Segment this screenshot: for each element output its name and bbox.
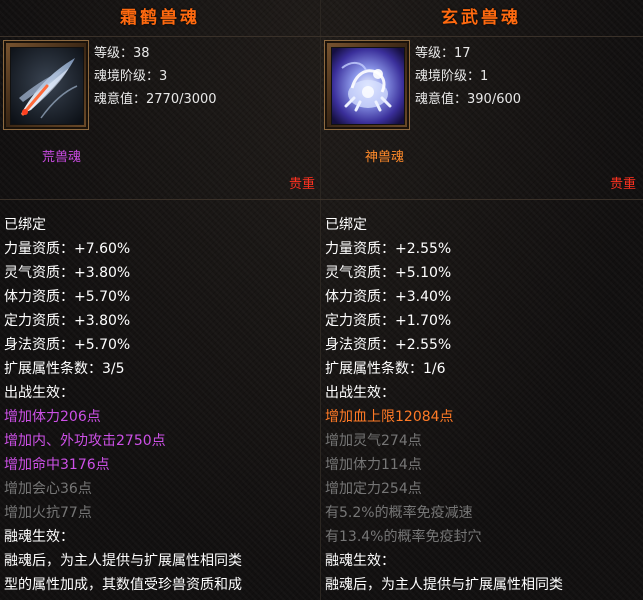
rarity-label: 贵重 [288, 177, 315, 192]
effect-line-inactive: 增加火抗77点 [4, 505, 92, 521]
battle-effect-heading: 出战生效： [325, 385, 395, 401]
effect-line-inactive: 增加灵气274点 [325, 433, 422, 449]
attribute-line: 体力资质：+5.70% [4, 289, 131, 305]
fusion-description: 融魂后，为主人提供与扩展属性相同类 [325, 577, 563, 593]
rarity-label: 贵重 [609, 177, 636, 192]
attribute-line: 定力资质：+1.70% [325, 313, 452, 329]
attribute-line: 灵气资质：+3.80% [4, 265, 131, 281]
effect-line-inactive: 增加会心36点 [4, 481, 92, 497]
effect-line: 增加体力206点 [4, 409, 101, 425]
soul-realm-rank: 魂境阶级：1 [415, 69, 489, 84]
portrait-frame [3, 40, 89, 130]
soul-stats: 等级：17 魂境阶级：1 魂意值：390/600 [415, 42, 521, 111]
soul-type: 荒兽魂 [42, 150, 82, 165]
soul-type: 神兽魂 [365, 150, 405, 165]
soul-level: 等级：17 [415, 46, 471, 61]
xuanwu-beast-icon [331, 47, 405, 125]
attribute-list: 已绑定 力量资质：+2.55% 灵气资质：+5.10% 体力资质：+3.40% … [325, 213, 563, 597]
beast-soul-panel-right: 玄武兽魂 等级：17 魂境阶级：1 魂意值：390/600 神兽魂 贵重 已绑定… [321, 0, 641, 600]
soul-level: 等级：38 [94, 46, 150, 61]
fusion-description: 型的属性加成，其数值受珍兽资质和成 [4, 577, 242, 593]
attribute-line: 身法资质：+2.55% [325, 337, 452, 353]
soul-name: 霜鹤兽魂 [120, 8, 200, 28]
fusion-effect-heading: 融魂生效： [325, 553, 395, 569]
beast-soul-panel-left: 霜鹤兽魂 等级：38 魂境阶级：3 魂意值：2770/3000 荒兽魂 贵重 已… [0, 0, 320, 600]
effect-line-inactive: 增加定力254点 [325, 481, 422, 497]
attribute-line: 力量资质：+2.55% [325, 241, 452, 257]
battle-effect-heading: 出战生效： [4, 385, 74, 401]
attribute-line: 灵气资质：+5.10% [325, 265, 452, 281]
extended-attr-count: 扩展属性条数：3/5 [4, 361, 125, 377]
effect-line-inactive: 有13.4%的概率免疫封穴 [325, 529, 482, 545]
soul-stats: 等级：38 魂境阶级：3 魂意值：2770/3000 [94, 42, 217, 111]
soul-will-value: 魂意值：390/600 [415, 92, 522, 107]
attribute-line: 身法资质：+5.70% [4, 337, 131, 353]
frost-crane-feather-icon [10, 47, 84, 125]
fusion-effect-heading: 融魂生效： [4, 529, 74, 545]
attribute-line: 体力资质：+3.40% [325, 289, 452, 305]
effect-line-inactive: 增加体力114点 [325, 457, 422, 473]
effect-line: 增加内、外功攻击2750点 [4, 433, 166, 449]
attribute-list: 已绑定 力量资质：+7.60% 灵气资质：+3.80% 体力资质：+5.70% … [4, 213, 242, 597]
extended-attr-count: 扩展属性条数：1/6 [325, 361, 446, 377]
attribute-line: 定力资质：+3.80% [4, 313, 131, 329]
portrait-frame [324, 40, 410, 130]
effect-line-inactive: 有5.2%的概率免疫减速 [325, 505, 473, 521]
fusion-description: 融魂后，为主人提供与扩展属性相同类 [4, 553, 242, 569]
attribute-line: 力量资质：+7.60% [4, 241, 131, 257]
soul-name: 玄武兽魂 [441, 8, 521, 28]
soul-realm-rank: 魂境阶级：3 [94, 69, 168, 84]
effect-line: 增加血上限12084点 [325, 409, 454, 425]
bound-status: 已绑定 [4, 217, 46, 233]
effect-line: 增加命中3176点 [4, 457, 110, 473]
bound-status: 已绑定 [325, 217, 367, 233]
soul-will-value: 魂意值：2770/3000 [94, 92, 217, 107]
